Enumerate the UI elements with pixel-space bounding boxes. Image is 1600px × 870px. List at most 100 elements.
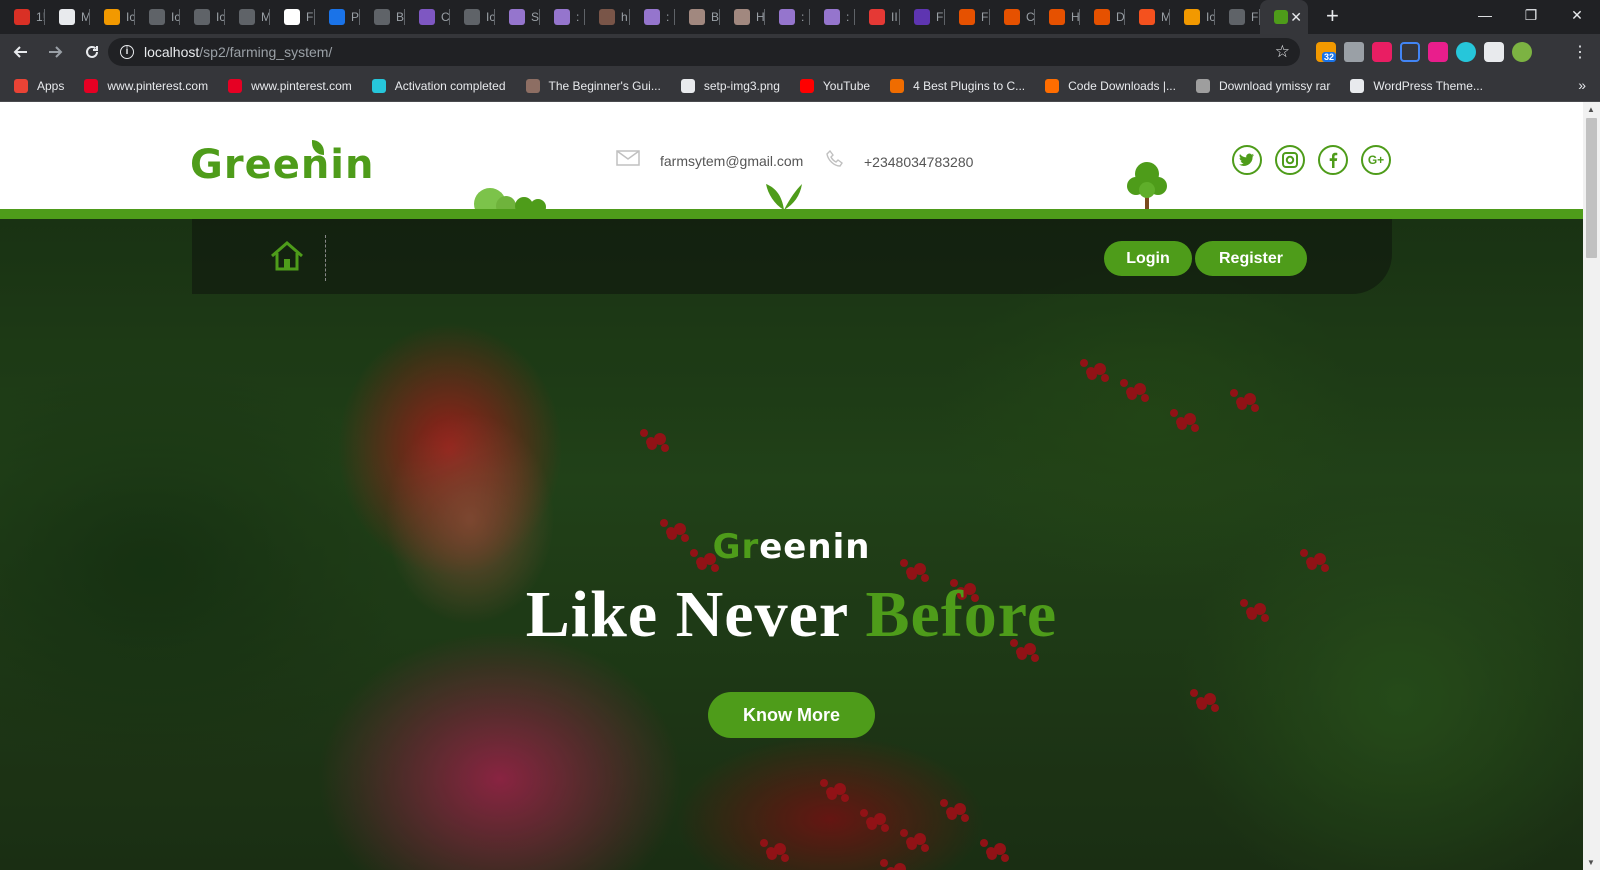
bookmark-favicon-icon bbox=[14, 78, 28, 93]
browser-tab[interactable]: Ic bbox=[90, 0, 135, 34]
browser-tab[interactable]: S bbox=[495, 0, 540, 34]
camera-extension-icon[interactable] bbox=[1344, 42, 1364, 62]
browser-tab[interactable]: F bbox=[900, 0, 945, 34]
browser-tab[interactable]: 1! bbox=[0, 0, 45, 34]
bookmark-item[interactable]: setp-img3.png bbox=[680, 78, 780, 93]
instagram-icon[interactable] bbox=[1275, 145, 1305, 175]
minimize-button[interactable]: — bbox=[1462, 0, 1508, 30]
bookmark-label: Code Downloads |... bbox=[1068, 78, 1176, 93]
close-tab-icon[interactable]: ✕ bbox=[1290, 9, 1302, 26]
extension-icon[interactable]: 32 bbox=[1316, 42, 1337, 62]
browser-tab[interactable]: : bbox=[630, 0, 675, 34]
page-scrollbar[interactable]: ▲ ▼ bbox=[1583, 102, 1600, 870]
more-bookmarks-button[interactable]: » bbox=[1578, 77, 1586, 93]
scrollbar-thumb[interactable] bbox=[1586, 118, 1597, 258]
tab-title: D bbox=[1116, 10, 1125, 24]
tab-favicon-icon bbox=[779, 9, 795, 25]
bookmark-label: www.pinterest.com bbox=[251, 78, 352, 93]
tab-favicon-icon bbox=[869, 9, 885, 25]
bookmark-item[interactable]: The Beginner's Gui... bbox=[525, 78, 661, 93]
browser-tab[interactable]: F bbox=[1215, 0, 1260, 34]
browser-tab[interactable]: Ic bbox=[135, 0, 180, 34]
close-window-button[interactable]: ✕ bbox=[1554, 0, 1600, 30]
address-bar[interactable]: i localhost/sp2/farming_system/ ☆ bbox=[108, 38, 1300, 66]
m-extension-icon[interactable] bbox=[1456, 42, 1476, 62]
browser-tab[interactable]: B bbox=[675, 0, 720, 34]
bookmark-item[interactable]: Download ymissy rar bbox=[1195, 78, 1330, 93]
browser-tab[interactable]: H bbox=[720, 0, 765, 34]
new-tab-button[interactable]: + bbox=[1326, 3, 1339, 29]
browser-tab[interactable]: F bbox=[270, 0, 315, 34]
browser-tab[interactable]: M bbox=[225, 0, 270, 34]
tab-title: 1! bbox=[36, 10, 45, 24]
tab-title: M bbox=[81, 10, 90, 24]
tab-favicon-icon bbox=[239, 9, 255, 25]
tab-favicon-icon bbox=[734, 9, 750, 25]
browser-tab[interactable]: Ic bbox=[450, 0, 495, 34]
arrow-left-icon bbox=[13, 46, 27, 58]
bookmark-item[interactable]: YouTube bbox=[799, 78, 870, 93]
reload-button[interactable] bbox=[76, 36, 108, 68]
browser-tab[interactable]: : bbox=[765, 0, 810, 34]
browser-tab[interactable]: Ic bbox=[180, 0, 225, 34]
bookmark-star-icon[interactable]: ☆ bbox=[1275, 42, 1290, 62]
browser-menu-icon[interactable]: ⋮ bbox=[1572, 42, 1588, 62]
bookmark-item[interactable]: www.pinterest.com bbox=[228, 78, 352, 93]
avatar[interactable] bbox=[1512, 42, 1532, 62]
bookmark-label: The Beginner's Gui... bbox=[548, 78, 661, 93]
tab-title: h bbox=[621, 10, 628, 24]
upwork-extension-icon[interactable] bbox=[1428, 42, 1448, 62]
tab-favicon-icon bbox=[554, 9, 570, 25]
url-host: localhost bbox=[144, 44, 200, 60]
twitter-icon[interactable] bbox=[1232, 145, 1262, 175]
know-more-button[interactable]: Know More bbox=[708, 692, 875, 738]
site-info-icon[interactable]: i bbox=[120, 45, 134, 59]
scroll-up-arrow-icon[interactable]: ▲ bbox=[1587, 105, 1595, 114]
logo-rest-part: eenin bbox=[244, 142, 375, 188]
arrow-right-icon bbox=[49, 46, 63, 58]
browser-tab[interactable]: P bbox=[315, 0, 360, 34]
browser-tab[interactable]: II bbox=[855, 0, 900, 34]
tab-title: : bbox=[801, 10, 805, 24]
back-button[interactable] bbox=[4, 36, 36, 68]
phone-text[interactable]: +2348034783280 bbox=[864, 154, 973, 170]
bookmark-label: setp-img3.png bbox=[703, 78, 780, 93]
site-logo[interactable]: Greenin bbox=[190, 142, 374, 188]
tab-favicon-icon bbox=[1004, 9, 1020, 25]
bookmark-item[interactable]: WordPress Theme... bbox=[1350, 78, 1483, 93]
restore-button[interactable]: ❐ bbox=[1508, 0, 1554, 30]
browser-tab[interactable]: M bbox=[45, 0, 90, 34]
active-tab[interactable]: ✕ bbox=[1260, 0, 1308, 34]
bookmark-item[interactable]: Activation completed bbox=[371, 78, 506, 93]
browser-tab[interactable]: B bbox=[360, 0, 405, 34]
browser-tab[interactable]: F bbox=[945, 0, 990, 34]
extension-icon[interactable] bbox=[1372, 42, 1392, 62]
bookmark-item[interactable]: 4 Best Plugins to C... bbox=[890, 78, 1025, 93]
browser-tab[interactable]: H bbox=[1035, 0, 1080, 34]
bookmark-item[interactable]: www.pinterest.com bbox=[84, 78, 208, 93]
bookmark-label: Activation completed bbox=[394, 78, 506, 93]
tab-title: H bbox=[756, 10, 765, 24]
expand-extension-icon[interactable] bbox=[1400, 42, 1420, 62]
site-header: Greenin farmsytem@gmail.com +23480347832… bbox=[0, 102, 1583, 214]
browser-tab[interactable]: D bbox=[1080, 0, 1125, 34]
browser-tab[interactable]: C bbox=[990, 0, 1035, 34]
browser-tab[interactable]: M bbox=[1125, 0, 1170, 34]
login-button[interactable]: Login bbox=[1104, 241, 1192, 276]
tab-title: M bbox=[1161, 10, 1170, 24]
forward-button[interactable] bbox=[40, 36, 72, 68]
email-text[interactable]: farmsytem@gmail.com bbox=[660, 153, 803, 169]
bookmark-item[interactable]: Code Downloads |... bbox=[1045, 78, 1176, 93]
browser-tab[interactable]: Ic bbox=[1170, 0, 1215, 34]
browser-tab[interactable]: C bbox=[405, 0, 450, 34]
google-plus-icon[interactable]: G+ bbox=[1361, 145, 1391, 175]
browser-tab[interactable]: : bbox=[540, 0, 585, 34]
scroll-down-arrow-icon[interactable]: ▼ bbox=[1587, 858, 1595, 867]
home-icon[interactable] bbox=[270, 241, 304, 276]
facebook-icon[interactable] bbox=[1318, 145, 1348, 175]
bookmark-item[interactable]: Apps bbox=[14, 78, 64, 93]
puzzle-icon[interactable] bbox=[1484, 42, 1504, 62]
browser-tab[interactable]: h bbox=[585, 0, 630, 34]
browser-tab[interactable]: : bbox=[810, 0, 855, 34]
register-button[interactable]: Register bbox=[1195, 241, 1307, 276]
